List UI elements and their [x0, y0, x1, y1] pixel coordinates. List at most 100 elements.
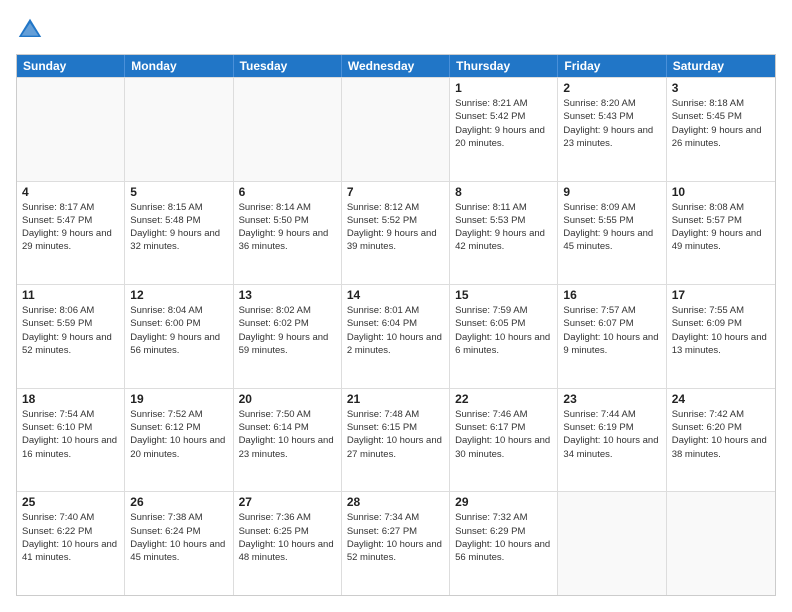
- cal-cell-15: 15 Sunrise: 7:59 AM Sunset: 6:05 PM Dayli…: [450, 285, 558, 388]
- calendar-header-row: SundayMondayTuesdayWednesdayThursdayFrid…: [17, 55, 775, 77]
- day-number: 8: [455, 185, 552, 199]
- day-number: 18: [22, 392, 119, 406]
- cal-cell-empty-4-5: [558, 492, 666, 595]
- cal-cell-25: 25Sunrise: 7:40 AM Sunset: 6:22 PM Dayli…: [17, 492, 125, 595]
- day-number: 20: [239, 392, 336, 406]
- day-number: 11: [22, 288, 119, 302]
- cal-cell-16: 16 Sunrise: 7:57 AM Sunset: 6:07 PM Dayli…: [558, 285, 666, 388]
- sun-info: Sunrise: 8:20 AM Sunset: 5:43 PM Dayligh…: [563, 97, 660, 150]
- cal-header-thursday: Thursday: [450, 55, 558, 77]
- sun-info: Sunrise: 8:15 AM Sunset: 5:48 PM Dayligh…: [130, 201, 227, 254]
- cal-week-3: 18 Sunrise: 7:54 AM Sunset: 6:10 PM Dayli…: [17, 388, 775, 492]
- cal-cell-24: 24 Sunrise: 7:42 AM Sunset: 6:20 PM Dayli…: [667, 389, 775, 492]
- cal-cell-4: 4 Sunrise: 8:17 AM Sunset: 5:47 PM Daylig…: [17, 182, 125, 285]
- sun-info: Sunrise: 7:54 AM Sunset: 6:10 PM Dayligh…: [22, 408, 119, 461]
- day-number: 26: [130, 495, 227, 509]
- cal-cell-empty-0-0: [17, 78, 125, 181]
- sun-info: Sunrise: 8:12 AM Sunset: 5:52 PM Dayligh…: [347, 201, 444, 254]
- day-number: 27: [239, 495, 336, 509]
- sun-info: Sunrise: 7:46 AM Sunset: 6:17 PM Dayligh…: [455, 408, 552, 461]
- cal-cell-17: 17Sunrise: 7:55 AM Sunset: 6:09 PM Dayli…: [667, 285, 775, 388]
- cal-cell-23: 23 Sunrise: 7:44 AM Sunset: 6:19 PM Dayli…: [558, 389, 666, 492]
- sun-info: Sunrise: 7:34 AM Sunset: 6:27 PM Dayligh…: [347, 511, 444, 564]
- day-number: 24: [672, 392, 770, 406]
- cal-header-monday: Monday: [125, 55, 233, 77]
- day-number: 28: [347, 495, 444, 509]
- sun-info: Sunrise: 8:08 AM Sunset: 5:57 PM Dayligh…: [672, 201, 770, 254]
- day-number: 15: [455, 288, 552, 302]
- cal-cell-14: 14 Sunrise: 8:01 AM Sunset: 6:04 PM Dayli…: [342, 285, 450, 388]
- day-number: 10: [672, 185, 770, 199]
- cal-cell-21: 21 Sunrise: 7:48 AM Sunset: 6:15 PM Dayli…: [342, 389, 450, 492]
- day-number: 3: [672, 81, 770, 95]
- day-number: 6: [239, 185, 336, 199]
- page: SundayMondayTuesdayWednesdayThursdayFrid…: [0, 0, 792, 612]
- sun-info: Sunrise: 8:14 AM Sunset: 5:50 PM Dayligh…: [239, 201, 336, 254]
- sun-info: Sunrise: 8:21 AM Sunset: 5:42 PM Dayligh…: [455, 97, 552, 150]
- sun-info: Sunrise: 7:52 AM Sunset: 6:12 PM Dayligh…: [130, 408, 227, 461]
- day-number: 21: [347, 392, 444, 406]
- cal-cell-27: 27 Sunrise: 7:36 AM Sunset: 6:25 PM Dayli…: [234, 492, 342, 595]
- cal-cell-29: 29 Sunrise: 7:32 AM Sunset: 6:29 PM Dayli…: [450, 492, 558, 595]
- cal-header-tuesday: Tuesday: [234, 55, 342, 77]
- day-number: 19: [130, 392, 227, 406]
- cal-cell-18: 18 Sunrise: 7:54 AM Sunset: 6:10 PM Dayli…: [17, 389, 125, 492]
- cal-cell-empty-0-1: [125, 78, 233, 181]
- sun-info: Sunrise: 7:57 AM Sunset: 6:07 PM Dayligh…: [563, 304, 660, 357]
- logo: [16, 16, 48, 44]
- cal-week-0: 1 Sunrise: 8:21 AM Sunset: 5:42 PM Daylig…: [17, 77, 775, 181]
- logo-icon: [16, 16, 44, 44]
- day-number: 14: [347, 288, 444, 302]
- sun-info: Sunrise: 7:59 AM Sunset: 6:05 PM Dayligh…: [455, 304, 552, 357]
- calendar: SundayMondayTuesdayWednesdayThursdayFrid…: [16, 54, 776, 596]
- calendar-body: 1 Sunrise: 8:21 AM Sunset: 5:42 PM Daylig…: [17, 77, 775, 595]
- cal-week-4: 25Sunrise: 7:40 AM Sunset: 6:22 PM Dayli…: [17, 491, 775, 595]
- day-number: 4: [22, 185, 119, 199]
- cal-cell-22: 22 Sunrise: 7:46 AM Sunset: 6:17 PM Dayli…: [450, 389, 558, 492]
- cal-cell-13: 13Sunrise: 8:02 AM Sunset: 6:02 PM Dayli…: [234, 285, 342, 388]
- cal-header-saturday: Saturday: [667, 55, 775, 77]
- header: [16, 16, 776, 44]
- cal-cell-19: 19 Sunrise: 7:52 AM Sunset: 6:12 PM Dayli…: [125, 389, 233, 492]
- cal-cell-empty-0-2: [234, 78, 342, 181]
- cal-cell-12: 12Sunrise: 8:04 AM Sunset: 6:00 PM Dayli…: [125, 285, 233, 388]
- cal-cell-26: 26 Sunrise: 7:38 AM Sunset: 6:24 PM Dayli…: [125, 492, 233, 595]
- sun-info: Sunrise: 8:11 AM Sunset: 5:53 PM Dayligh…: [455, 201, 552, 254]
- sun-info: Sunrise: 7:38 AM Sunset: 6:24 PM Dayligh…: [130, 511, 227, 564]
- sun-info: Sunrise: 7:42 AM Sunset: 6:20 PM Dayligh…: [672, 408, 770, 461]
- cal-cell-6: 6 Sunrise: 8:14 AM Sunset: 5:50 PM Daylig…: [234, 182, 342, 285]
- cal-cell-20: 20 Sunrise: 7:50 AM Sunset: 6:14 PM Dayli…: [234, 389, 342, 492]
- cal-cell-1: 1 Sunrise: 8:21 AM Sunset: 5:42 PM Daylig…: [450, 78, 558, 181]
- cal-cell-5: 5 Sunrise: 8:15 AM Sunset: 5:48 PM Daylig…: [125, 182, 233, 285]
- cal-cell-28: 28 Sunrise: 7:34 AM Sunset: 6:27 PM Dayli…: [342, 492, 450, 595]
- day-number: 23: [563, 392, 660, 406]
- cal-cell-9: 9Sunrise: 8:09 AM Sunset: 5:55 PM Daylig…: [558, 182, 666, 285]
- sun-info: Sunrise: 8:17 AM Sunset: 5:47 PM Dayligh…: [22, 201, 119, 254]
- day-number: 5: [130, 185, 227, 199]
- cal-cell-10: 10 Sunrise: 8:08 AM Sunset: 5:57 PM Dayli…: [667, 182, 775, 285]
- day-number: 29: [455, 495, 552, 509]
- sun-info: Sunrise: 7:36 AM Sunset: 6:25 PM Dayligh…: [239, 511, 336, 564]
- sun-info: Sunrise: 7:32 AM Sunset: 6:29 PM Dayligh…: [455, 511, 552, 564]
- sun-info: Sunrise: 7:48 AM Sunset: 6:15 PM Dayligh…: [347, 408, 444, 461]
- cal-cell-empty-0-3: [342, 78, 450, 181]
- day-number: 16: [563, 288, 660, 302]
- sun-info: Sunrise: 7:44 AM Sunset: 6:19 PM Dayligh…: [563, 408, 660, 461]
- sun-info: Sunrise: 7:50 AM Sunset: 6:14 PM Dayligh…: [239, 408, 336, 461]
- sun-info: Sunrise: 8:01 AM Sunset: 6:04 PM Dayligh…: [347, 304, 444, 357]
- day-number: 7: [347, 185, 444, 199]
- cal-cell-8: 8 Sunrise: 8:11 AM Sunset: 5:53 PM Daylig…: [450, 182, 558, 285]
- cal-week-2: 11 Sunrise: 8:06 AM Sunset: 5:59 PM Dayli…: [17, 284, 775, 388]
- cal-header-wednesday: Wednesday: [342, 55, 450, 77]
- sun-info: Sunrise: 7:55 AM Sunset: 6:09 PM Dayligh…: [672, 304, 770, 357]
- day-number: 22: [455, 392, 552, 406]
- cal-cell-3: 3Sunrise: 8:18 AM Sunset: 5:45 PM Daylig…: [667, 78, 775, 181]
- day-number: 9: [563, 185, 660, 199]
- day-number: 1: [455, 81, 552, 95]
- cal-cell-11: 11 Sunrise: 8:06 AM Sunset: 5:59 PM Dayli…: [17, 285, 125, 388]
- sun-info: Sunrise: 8:06 AM Sunset: 5:59 PM Dayligh…: [22, 304, 119, 357]
- day-number: 12: [130, 288, 227, 302]
- cal-header-sunday: Sunday: [17, 55, 125, 77]
- sun-info: Sunrise: 7:40 AM Sunset: 6:22 PM Dayligh…: [22, 511, 119, 564]
- cal-week-1: 4 Sunrise: 8:17 AM Sunset: 5:47 PM Daylig…: [17, 181, 775, 285]
